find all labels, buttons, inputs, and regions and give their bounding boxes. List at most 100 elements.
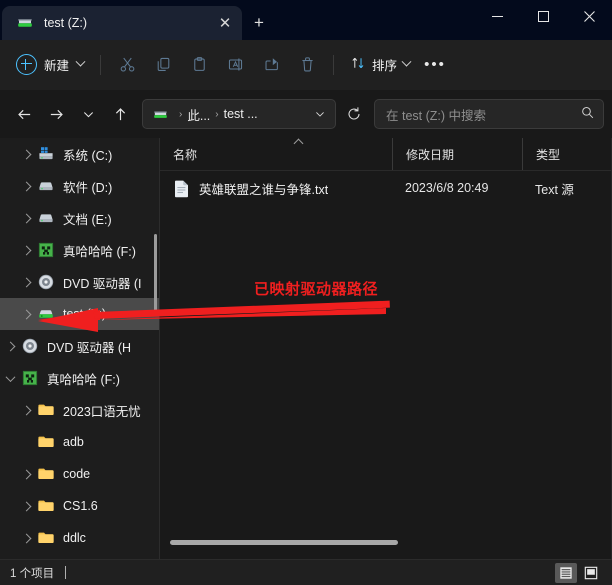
sidebar-item-label: 软件 (D:) [63,180,113,195]
column-header-type[interactable]: 类型 [522,138,612,170]
chevron-right-icon[interactable] [16,234,36,266]
toolbar-divider [100,54,102,75]
up-arrow-icon[interactable] [104,98,136,130]
search-icon[interactable] [580,105,595,123]
sidebar-item[interactable]: adb [0,426,160,458]
folder-icon [36,464,56,484]
sort-arrows-icon [350,55,366,74]
sidebar-item[interactable]: CS1.6 [0,490,160,522]
sidebar-item[interactable]: 2023口语无忧 [0,394,160,426]
sidebar-item-label: 真哈哈哈 (F:) [47,372,120,387]
sidebar-item[interactable]: 系统 (C:) [0,138,160,170]
breadcrumb-item-test[interactable]: test ... [224,107,258,121]
creeper-drive-icon [20,368,40,388]
horizontal-scrollbar-thumb[interactable] [170,540,398,545]
chevron-right-icon[interactable] [16,458,36,490]
column-header-date[interactable]: 修改日期 [392,138,522,170]
network-drive-icon [152,106,169,123]
column-header-name-label: 名称 [173,147,198,162]
sidebar-item-label: 真哈哈哈 (F:) [63,244,136,259]
cut-icon[interactable] [109,49,145,81]
navigation-tree: 系统 (C:) 软件 (D:) 文档 (E:) 真哈哈哈 (F:) DVD 驱动… [0,138,160,559]
chevron-down-icon[interactable] [0,362,20,394]
window-controls [474,0,612,32]
breadcrumb-separator-2: › [215,108,219,120]
sidebar-item[interactable]: test (Z:) [0,298,160,330]
chevron-down-icon [75,56,86,67]
address-bar: › 此... › test ... 在 test (Z:) 中搜索 [0,90,612,138]
breadcrumb-separator: › [179,108,183,120]
windows-drive-icon [36,144,56,164]
sidebar-item[interactable]: DVD 驱动器 (I [0,266,160,298]
sidebar-item[interactable]: ddlc [0,522,160,554]
chevron-right-icon[interactable] [16,394,36,426]
folder-icon [36,400,56,420]
breadcrumb[interactable]: › 此... › test ... [142,99,336,129]
file-list-pane: 名称 修改日期 类型 英雄联盟之谁与争锋.txt 2023/6/8 20:49 Te… [160,138,612,559]
file-date-cell: 2023/6/8 20:49 [405,181,489,195]
list-view-icon[interactable] [555,562,577,583]
chevron-right-icon[interactable] [0,330,20,362]
column-headers: 名称 修改日期 类型 [160,138,612,171]
sidebar-item-label: 2023口语无忧 [63,404,141,419]
sidebar-item[interactable]: 软件 (D:) [0,170,160,202]
chevron-right-icon[interactable] [16,266,36,298]
back-arrow-icon[interactable] [8,98,40,130]
tab-title: test (Z:) [44,16,88,30]
forward-arrow-icon[interactable] [40,98,72,130]
plus-circle-icon [16,54,37,75]
drive-icon [36,208,56,228]
copy-icon[interactable] [145,49,181,81]
recent-locations-icon[interactable] [72,98,104,130]
search-input[interactable]: 在 test (Z:) 中搜索 [374,99,604,129]
chevron-right-icon[interactable] [16,170,36,202]
title-bar: test (Z:) ✕ + [0,0,612,40]
share-icon[interactable] [253,49,289,81]
horizontal-scrollbar[interactable] [170,540,486,545]
sidebar-item[interactable]: DVD 驱动器 (H [0,330,160,362]
toolbar-divider-2 [333,54,335,75]
minimize-icon[interactable] [474,0,520,32]
sort-button[interactable]: 排序 [342,49,418,81]
details-view-icon[interactable] [580,563,602,583]
navigation-pane: 系统 (C:) 软件 (D:) 文档 (E:) 真哈哈哈 (F:) DVD 驱动… [0,138,160,559]
new-button[interactable]: 新建 [10,49,92,81]
chevron-right-icon[interactable] [16,298,36,330]
column-header-name[interactable]: 名称 [160,138,392,170]
chevron-right-icon[interactable] [16,138,36,170]
sidebar-item-label: 文档 (E:) [63,212,112,227]
more-options-button[interactable]: ••• [418,49,452,81]
chevron-right-icon[interactable] [16,522,36,554]
rename-icon[interactable] [217,49,253,81]
chevron-down-icon[interactable] [309,101,331,127]
browser-tab-test-z[interactable]: test (Z:) ✕ [2,6,242,40]
file-name-cell[interactable]: 英雄联盟之谁与争锋.txt [160,179,392,198]
file-name-label: 英雄联盟之谁与争锋.txt [199,182,329,197]
breadcrumb-item-this-pc[interactable]: 此... [187,105,210,124]
sidebar-item[interactable]: 文档 (E:) [0,202,160,234]
new-button-label: 新建 [44,59,70,73]
network-drive-icon [16,14,34,32]
folder-icon [36,496,56,516]
chevron-right-icon[interactable] [16,490,36,522]
close-icon[interactable]: ✕ [212,10,238,36]
maximize-icon[interactable] [520,0,566,32]
chevron-right-icon[interactable] [16,202,36,234]
refresh-icon[interactable] [340,100,368,128]
command-toolbar: 新建 排序 ••• [0,40,612,90]
new-tab-button[interactable]: + [242,6,276,40]
table-row[interactable]: 英雄联盟之谁与争锋.txt 2023/6/8 20:49 Text 源 [160,171,612,205]
file-explorer-window: test (Z:) ✕ + 新建 排序 ••• › 此... › test ..… [0,0,612,585]
sidebar-item-label: adb [63,435,84,449]
sidebar-item[interactable]: 真哈哈哈 (F:) [0,234,160,266]
close-icon[interactable] [566,0,612,32]
sort-ascending-icon [293,138,304,149]
sidebar-scrollbar-thumb[interactable] [154,234,157,314]
sidebar-item-label: 系统 (C:) [63,148,113,163]
sidebar-item[interactable]: code [0,458,160,490]
sidebar-item[interactable]: 真哈哈哈 (F:) [0,362,160,394]
delete-icon[interactable] [289,49,325,81]
status-bar: 1 个项目 [0,559,612,585]
paste-icon[interactable] [181,49,217,81]
sidebar-item-label: DVD 驱动器 (I [63,276,142,291]
